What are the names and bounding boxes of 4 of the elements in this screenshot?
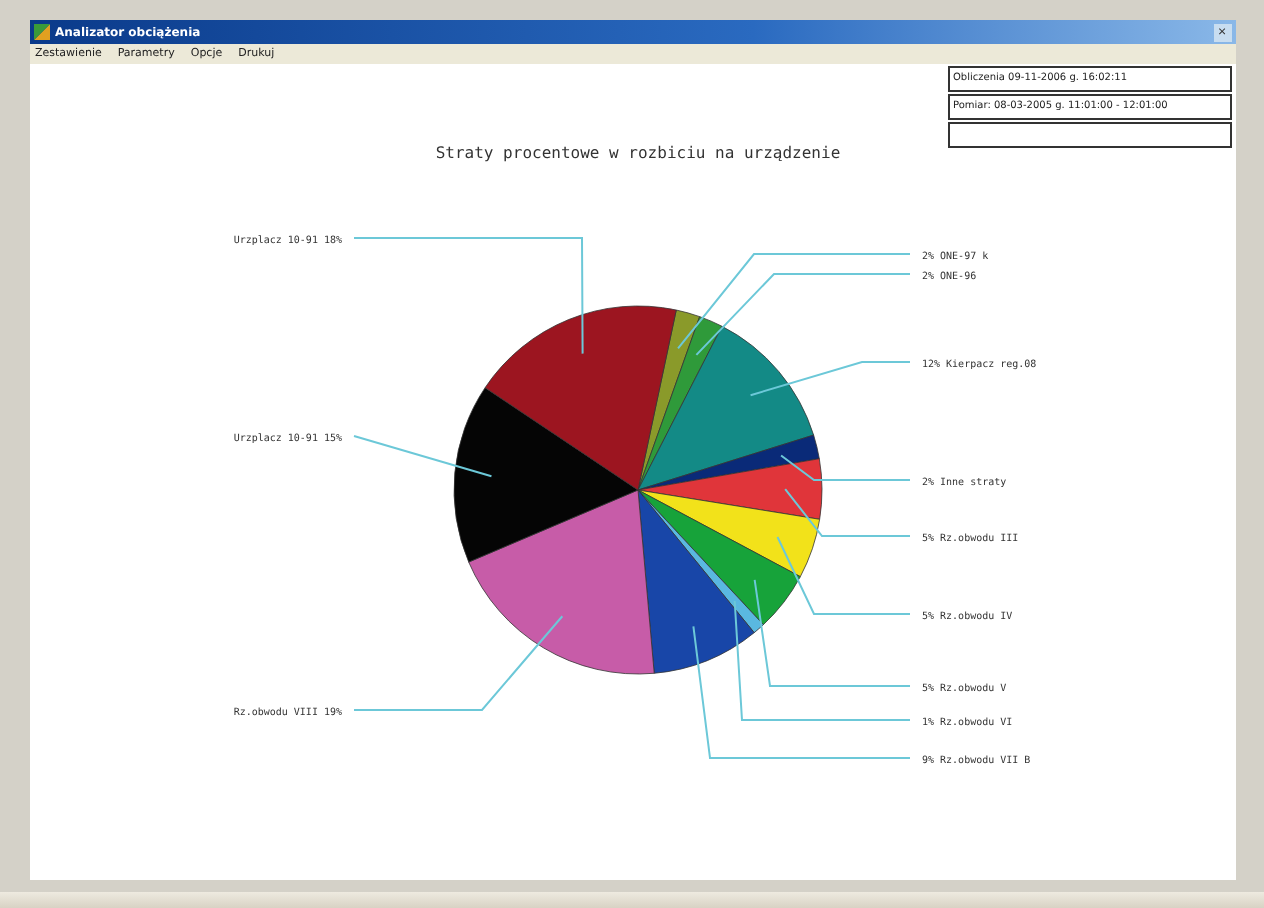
app-icon xyxy=(33,24,49,40)
leader-line xyxy=(352,435,492,478)
chart-title: Straty procentowe w rozbiciu na urządzenie xyxy=(434,144,840,162)
leader-line xyxy=(779,454,910,481)
